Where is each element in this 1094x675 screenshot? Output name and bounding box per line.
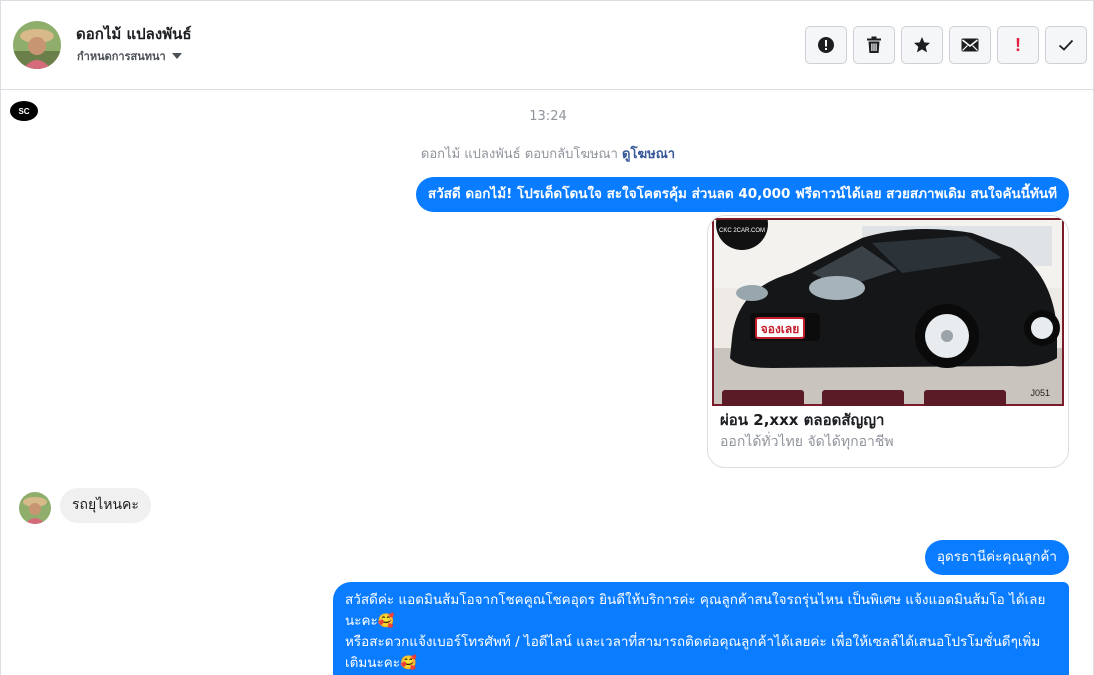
- ad-card[interactable]: จองเลย CKC 2CAR.COM J051 ผ่อน 2,xxx ตลอด…: [707, 215, 1069, 468]
- ad-image-watermark: CKC 2CAR.COM: [719, 228, 765, 234]
- incoming-message: รถยุไหนคะ: [60, 488, 151, 523]
- sender-avatar: [19, 492, 51, 524]
- contact-name[interactable]: ดอกไม้ แปลงพันธ์: [76, 22, 192, 46]
- mark-unread-button[interactable]: [949, 26, 991, 64]
- outgoing-message: สวัสดีค่ะ แอดมินส้มโอจากโชคคูณโชคอุดร ยิ…: [333, 582, 1069, 675]
- contact-avatar[interactable]: [13, 21, 61, 69]
- conversation-header: ดอกไม้ แปลงพันธ์ กำหนดการสนทนา !: [1, 1, 1093, 90]
- envelope-icon: [961, 38, 979, 52]
- exclamation-icon: !: [1015, 34, 1021, 55]
- ad-reply-note: ดอกไม้ แปลงพันธ์ ตอบกลับโฆษณา ดูโฆษณา: [1, 143, 1093, 164]
- delete-button[interactable]: [853, 26, 895, 64]
- ad-card-title: ผ่อน 2,xxx ตลอดสัญญา: [720, 411, 885, 429]
- outgoing-message: สวัสดี ดอกไม้! โปรเด็ดโดนใจ สะใจโคตรคุ้ม…: [415, 177, 1069, 212]
- assign-label: กำหนดการสนทนา: [77, 50, 166, 63]
- ad-image-badge: จองเลย: [761, 322, 800, 336]
- mark-done-button[interactable]: [1045, 26, 1087, 64]
- mark-spam-button[interactable]: !: [997, 26, 1039, 64]
- report-button[interactable]: [805, 26, 847, 64]
- ad-card-subtitle: ออกได้ทั่วไทย จัดได้ทุกอาชีพ: [720, 434, 894, 450]
- message-timestamp: 13:24: [529, 109, 567, 124]
- ad-reply-text: ดอกไม้ แปลงพันธ์ ตอบกลับโฆษณา: [420, 147, 618, 162]
- alert-circle-icon: [818, 37, 834, 53]
- star-button[interactable]: [901, 26, 943, 64]
- ad-car-image[interactable]: จองเลย CKC 2CAR.COM J051: [712, 218, 1064, 406]
- message-line: หรือสะดวกแจ้งเบอร์โทรศัพท์ / ไอดีไลน์ แล…: [345, 634, 1041, 671]
- chevron-down-icon: [171, 53, 182, 59]
- outgoing-message: อุดรธานีค่ะคุณลูกค้า: [924, 540, 1069, 575]
- star-icon: [914, 37, 930, 53]
- inbox-conversation-view: ดอกไม้ แปลงพันธ์ กำหนดการสนทนา ! SC 13:2…: [0, 0, 1094, 675]
- check-icon: [1058, 39, 1074, 51]
- view-ad-link[interactable]: ดูโฆษณา: [622, 147, 675, 162]
- ad-image-code: J051: [1030, 388, 1050, 398]
- message-line: สวัสดีค่ะ แอดมินส้มโอจากโชคคูณโชคอุดร ยิ…: [345, 592, 1046, 629]
- header-actions: !: [805, 26, 1087, 64]
- trash-icon: [867, 36, 881, 53]
- assign-conversation-dropdown[interactable]: กำหนดการสนทนา: [77, 47, 182, 65]
